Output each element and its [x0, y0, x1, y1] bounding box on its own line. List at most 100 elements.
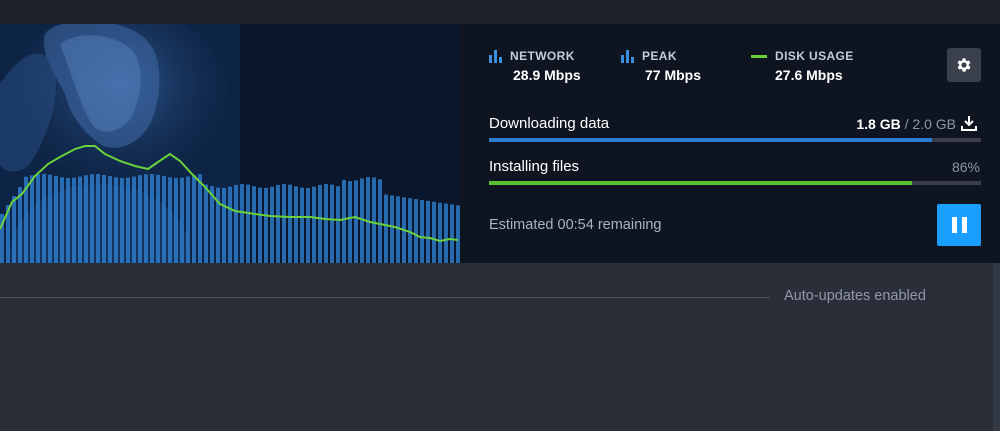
download-panel: NETWORK 28.9 Mbps PEAK 77 Mbps DISK USAG… [0, 24, 1000, 263]
network-bar [396, 196, 400, 263]
download-total: 2.0 GB [912, 116, 956, 132]
network-bar [270, 186, 274, 263]
network-bar [132, 176, 136, 263]
network-bar [300, 187, 304, 263]
install-progress-bar [489, 181, 981, 185]
download-done: 1.8 GB [856, 116, 901, 132]
network-bar [150, 174, 154, 263]
download-progress-bar [489, 138, 981, 142]
network-bar [306, 187, 310, 263]
time-remaining: Estimated 00:54 remaining [489, 217, 662, 233]
network-bar [324, 184, 328, 263]
downloading-label: Downloading data [489, 115, 610, 132]
network-bar [312, 186, 316, 263]
network-bar [318, 184, 322, 263]
network-bar [48, 174, 52, 263]
download-size: 1.8 GB / 2.0 GB [856, 116, 956, 132]
network-bar [108, 176, 112, 263]
line-legend-icon [751, 54, 767, 58]
network-bar [84, 175, 88, 263]
network-bar [30, 175, 34, 263]
settings-button[interactable] [947, 48, 981, 82]
network-bar [228, 186, 232, 263]
bar-chart-icon [621, 49, 635, 63]
network-bar [342, 179, 346, 263]
top-bar [0, 0, 1000, 25]
network-bar [156, 174, 160, 263]
network-bar [90, 174, 94, 263]
network-bar [450, 204, 454, 263]
network-bar [18, 187, 22, 263]
stats-row: NETWORK 28.9 Mbps PEAK 77 Mbps DISK USAG… [489, 48, 909, 88]
network-label: NETWORK [510, 49, 575, 63]
network-bar [168, 177, 172, 263]
game-artwork [0, 24, 460, 263]
network-bar [234, 184, 238, 263]
network-bar [114, 177, 118, 263]
network-bar [192, 175, 196, 263]
network-bar [444, 203, 448, 263]
network-stat: NETWORK 28.9 Mbps [489, 48, 581, 83]
disk-usage-value: 27.6 Mbps [775, 67, 843, 83]
network-bar [174, 177, 178, 263]
network-bar [240, 184, 244, 263]
download-progress-fill [489, 138, 932, 142]
network-bar [432, 201, 436, 263]
installing-label: Installing files [489, 158, 580, 175]
network-bar [66, 177, 70, 263]
peak-label: PEAK [642, 49, 677, 63]
network-bar [258, 187, 262, 263]
network-bar [36, 174, 40, 263]
download-separator: / [900, 116, 913, 132]
network-bar [276, 184, 280, 263]
peak-stat: PEAK 77 Mbps [621, 48, 701, 83]
network-bar [330, 184, 334, 263]
network-bar [414, 199, 418, 263]
network-bar [12, 196, 16, 263]
peak-value: 77 Mbps [645, 67, 702, 83]
network-bar [264, 187, 268, 263]
network-bar [438, 202, 442, 263]
network-bar [420, 200, 424, 263]
network-bar [336, 186, 340, 263]
network-bar [138, 175, 142, 263]
pause-button[interactable] [937, 204, 981, 246]
network-bar [354, 180, 358, 263]
network-bar [384, 194, 388, 263]
disk-usage-label: DISK USAGE [775, 49, 854, 63]
gear-icon [957, 58, 971, 72]
network-bar [162, 176, 166, 263]
install-percent: 86% [951, 159, 980, 175]
network-bar [348, 180, 352, 263]
network-value: 28.9 Mbps [513, 67, 581, 83]
network-bar [246, 184, 250, 263]
network-bar [96, 174, 100, 263]
network-bar [54, 176, 58, 263]
pause-icon [951, 217, 967, 233]
network-bar [42, 174, 46, 263]
network-bar [252, 186, 256, 263]
network-bar [126, 177, 130, 263]
network-bar [60, 177, 64, 263]
lower-section: Auto-updates enabled [0, 263, 1000, 431]
auto-updates-status: Auto-updates enabled [784, 288, 926, 304]
bar-chart-icon [489, 49, 503, 63]
network-bar [78, 176, 82, 263]
network-bar [180, 177, 184, 263]
install-progress-fill [489, 181, 913, 185]
disk-usage-stat: DISK USAGE 27.6 Mbps [751, 48, 854, 83]
scrollbar[interactable] [993, 263, 1000, 431]
network-bar [72, 177, 76, 263]
network-bar [372, 177, 376, 263]
network-bar [282, 184, 286, 263]
network-bar [204, 184, 208, 263]
download-graph [0, 145, 460, 263]
network-bar [198, 174, 202, 263]
network-bar [390, 195, 394, 263]
network-bar [294, 186, 298, 263]
network-bar [288, 184, 292, 263]
download-icon [961, 116, 977, 131]
network-bar [120, 177, 124, 263]
network-bar [222, 187, 226, 263]
network-bar [102, 174, 106, 263]
